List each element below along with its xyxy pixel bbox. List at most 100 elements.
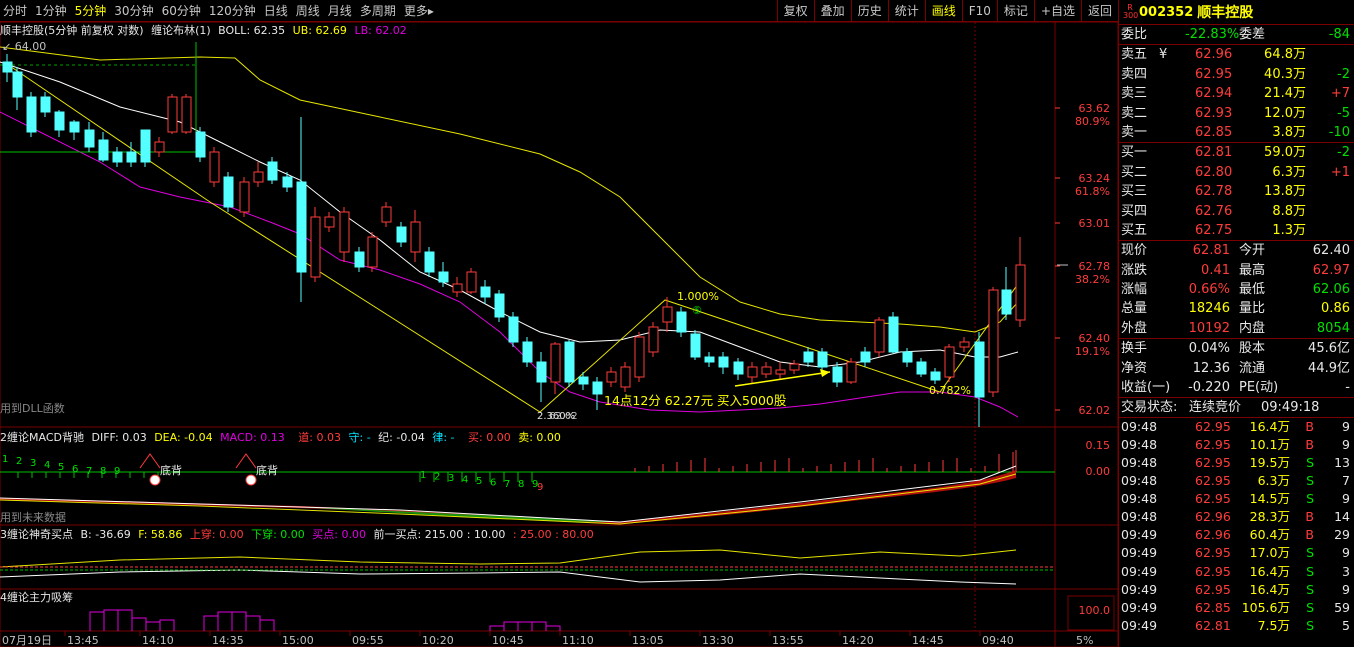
trade-status-row: 交易状态: 连续竞价 09:49:18 (1119, 397, 1354, 416)
candle-body (339, 211, 350, 253)
stat-label-2: 最低 (1239, 282, 1266, 298)
tick-volume: 6.3万 (1257, 473, 1290, 489)
buy-orders: 买一 62.81 59.0万 -2 买二 62.80 6.3万 +1 买三 62.78 13.8万买… (1119, 142, 1354, 240)
tick-volume: 7.5万 (1257, 617, 1290, 633)
stat-row-0: 现价 62.81 今开 62.40 (1119, 241, 1354, 260)
period-tab-3[interactable]: 30分钟 (111, 0, 158, 22)
candle-49 (690, 330, 701, 360)
sub4-bar-14 (531, 621, 547, 631)
candle-body (592, 381, 603, 395)
tick-direction: S (1306, 545, 1314, 561)
sub4-title[interactable]: 4缠论主力吸筹 (0, 591, 73, 604)
candle-body (324, 216, 335, 228)
candle-body (154, 141, 165, 153)
candle-body (718, 356, 729, 368)
sell-volume: 21.4万 (1264, 86, 1306, 102)
price-axis-price: 63.01 (1079, 217, 1111, 230)
stat-value: 62.81 (1192, 243, 1230, 259)
candle-body (648, 326, 659, 353)
period-tab-1[interactable]: 1分钟 (32, 0, 72, 22)
time-axis-label-4: 15:00 (282, 634, 314, 647)
macd-count-a-8: 9 (114, 466, 120, 477)
candle-body (733, 361, 744, 375)
buy-label: 买一 (1121, 145, 1148, 161)
sell-label: 卖三 (1121, 86, 1148, 102)
candle-44 (620, 362, 631, 392)
tick-row-9: 09:49 62.95 16.4万 S 9 (1119, 581, 1354, 599)
candle-58 (817, 348, 828, 372)
sell-orders: 卖五 ¥62.96 64.8万 卖四 62.95 40.3万 -2 卖三 62.94 21.4万 +… (1119, 44, 1354, 142)
candle-body (396, 226, 407, 243)
period-tab-6[interactable]: 日线 (261, 0, 293, 22)
buy-row-0: 买一 62.81 59.0万 -2 (1119, 143, 1354, 162)
period-tab-0[interactable]: 分时 (0, 0, 32, 22)
stat2-label-2: 流通 (1239, 360, 1266, 376)
sub4-bar-5 (159, 619, 175, 631)
candle-68 (959, 337, 970, 352)
macd-count-red: 9 (537, 482, 543, 493)
period-tab-4[interactable]: 60分钟 (159, 0, 206, 22)
candle-42 (592, 377, 603, 410)
period-tab-10[interactable]: 更多▸ (401, 0, 439, 22)
candle-46 (648, 322, 659, 357)
kline-chart-area[interactable]: 63.62 80.9% 63.24 61.8% 63.01 62.78 38.2% 62.40… (0, 21, 1300, 647)
candle-body (84, 129, 95, 148)
time-axis-label-2: 14:10 (142, 634, 174, 647)
candle-50 (704, 352, 715, 367)
sell-volume: 3.8万 (1272, 124, 1306, 140)
tool-button-4[interactable]: 画线 (924, 0, 962, 22)
period-tab-7[interactable]: 周线 (293, 0, 325, 22)
tick-list[interactable]: 09:48 62.95 16.4万 B 9 09:48 62.95 10.1万 B 9 09:48 6… (1119, 416, 1354, 635)
candle-body (112, 151, 123, 163)
candle-body (282, 176, 293, 188)
tool-button-6[interactable]: 标记 (996, 0, 1034, 22)
buy-volume: 8.8万 (1272, 203, 1306, 219)
candle-body (1001, 289, 1012, 315)
tick-time: 09:49 (1121, 527, 1158, 543)
candle-38 (536, 352, 547, 402)
future-data-note: 用到未来数据 (0, 511, 66, 524)
buy-price: 62.75 (1195, 222, 1233, 238)
tick-volume: 16.4万 (1249, 581, 1290, 597)
diff-value: DIFF: 0.03 (91, 431, 147, 444)
b-value: B: -36.69 (80, 528, 131, 541)
stat2-row-1: 净资 12.36 流通 44.9亿 (1119, 359, 1354, 378)
candle-body (747, 366, 758, 378)
indicator-name[interactable]: 缠论布林(1) (151, 24, 211, 37)
sub4-bar-11 (489, 625, 505, 631)
bei-label: 底背 (160, 463, 182, 477)
tool-button-3[interactable]: 统计 (887, 0, 925, 22)
trade-status: 连续竞价 (1189, 400, 1242, 416)
sell-volume: 40.3万 (1264, 66, 1306, 82)
candle-65 (916, 358, 927, 377)
candle-body (296, 181, 307, 273)
low-price-text: 62.02 (549, 411, 578, 422)
tool-button-7[interactable]: +自选 (1033, 0, 1081, 22)
candle-30 (424, 247, 435, 277)
tool-button-2[interactable]: 历史 (850, 0, 888, 22)
tick-time: 09:48 (1121, 436, 1158, 452)
stats-block: 现价 62.81 今开 62.40 涨跌 0.41 最高 62.97 涨幅 0.66% 最低 62.0… (1119, 240, 1354, 338)
period-tab-9[interactable]: 多周期 (357, 0, 401, 22)
sub4-bar-9 (245, 615, 261, 631)
tool-button-0[interactable]: 复权 (776, 0, 814, 22)
sub4-bar-12 (503, 621, 519, 631)
period-tab-5[interactable]: 120分钟 (206, 0, 261, 22)
macd-title[interactable]: 2缠论MACD背驰 (0, 431, 84, 444)
kline-chart-svg[interactable]: 63.6280.9%63.2461.8%63.0162.7838.2%62.40… (0, 21, 1300, 647)
tool-button-8[interactable]: 返回 (1080, 0, 1118, 22)
candle-36 (508, 312, 519, 347)
candle-body (40, 96, 51, 113)
candle-37 (522, 337, 533, 367)
candle-body (550, 343, 561, 383)
period-tab-8[interactable]: 月线 (325, 0, 357, 22)
candle-body (775, 369, 786, 375)
tool-button-5[interactable]: F10 (961, 0, 997, 22)
sub3-title[interactable]: 3缠论神奇买点 (0, 528, 73, 541)
tick-volume: 105.6万 (1241, 599, 1290, 615)
tool-button-1[interactable]: 叠加 (813, 0, 851, 22)
candle-body (902, 351, 913, 363)
candle-14 (195, 127, 206, 162)
candle-body (480, 286, 491, 298)
period-tab-2[interactable]: 5分钟 (72, 0, 112, 22)
